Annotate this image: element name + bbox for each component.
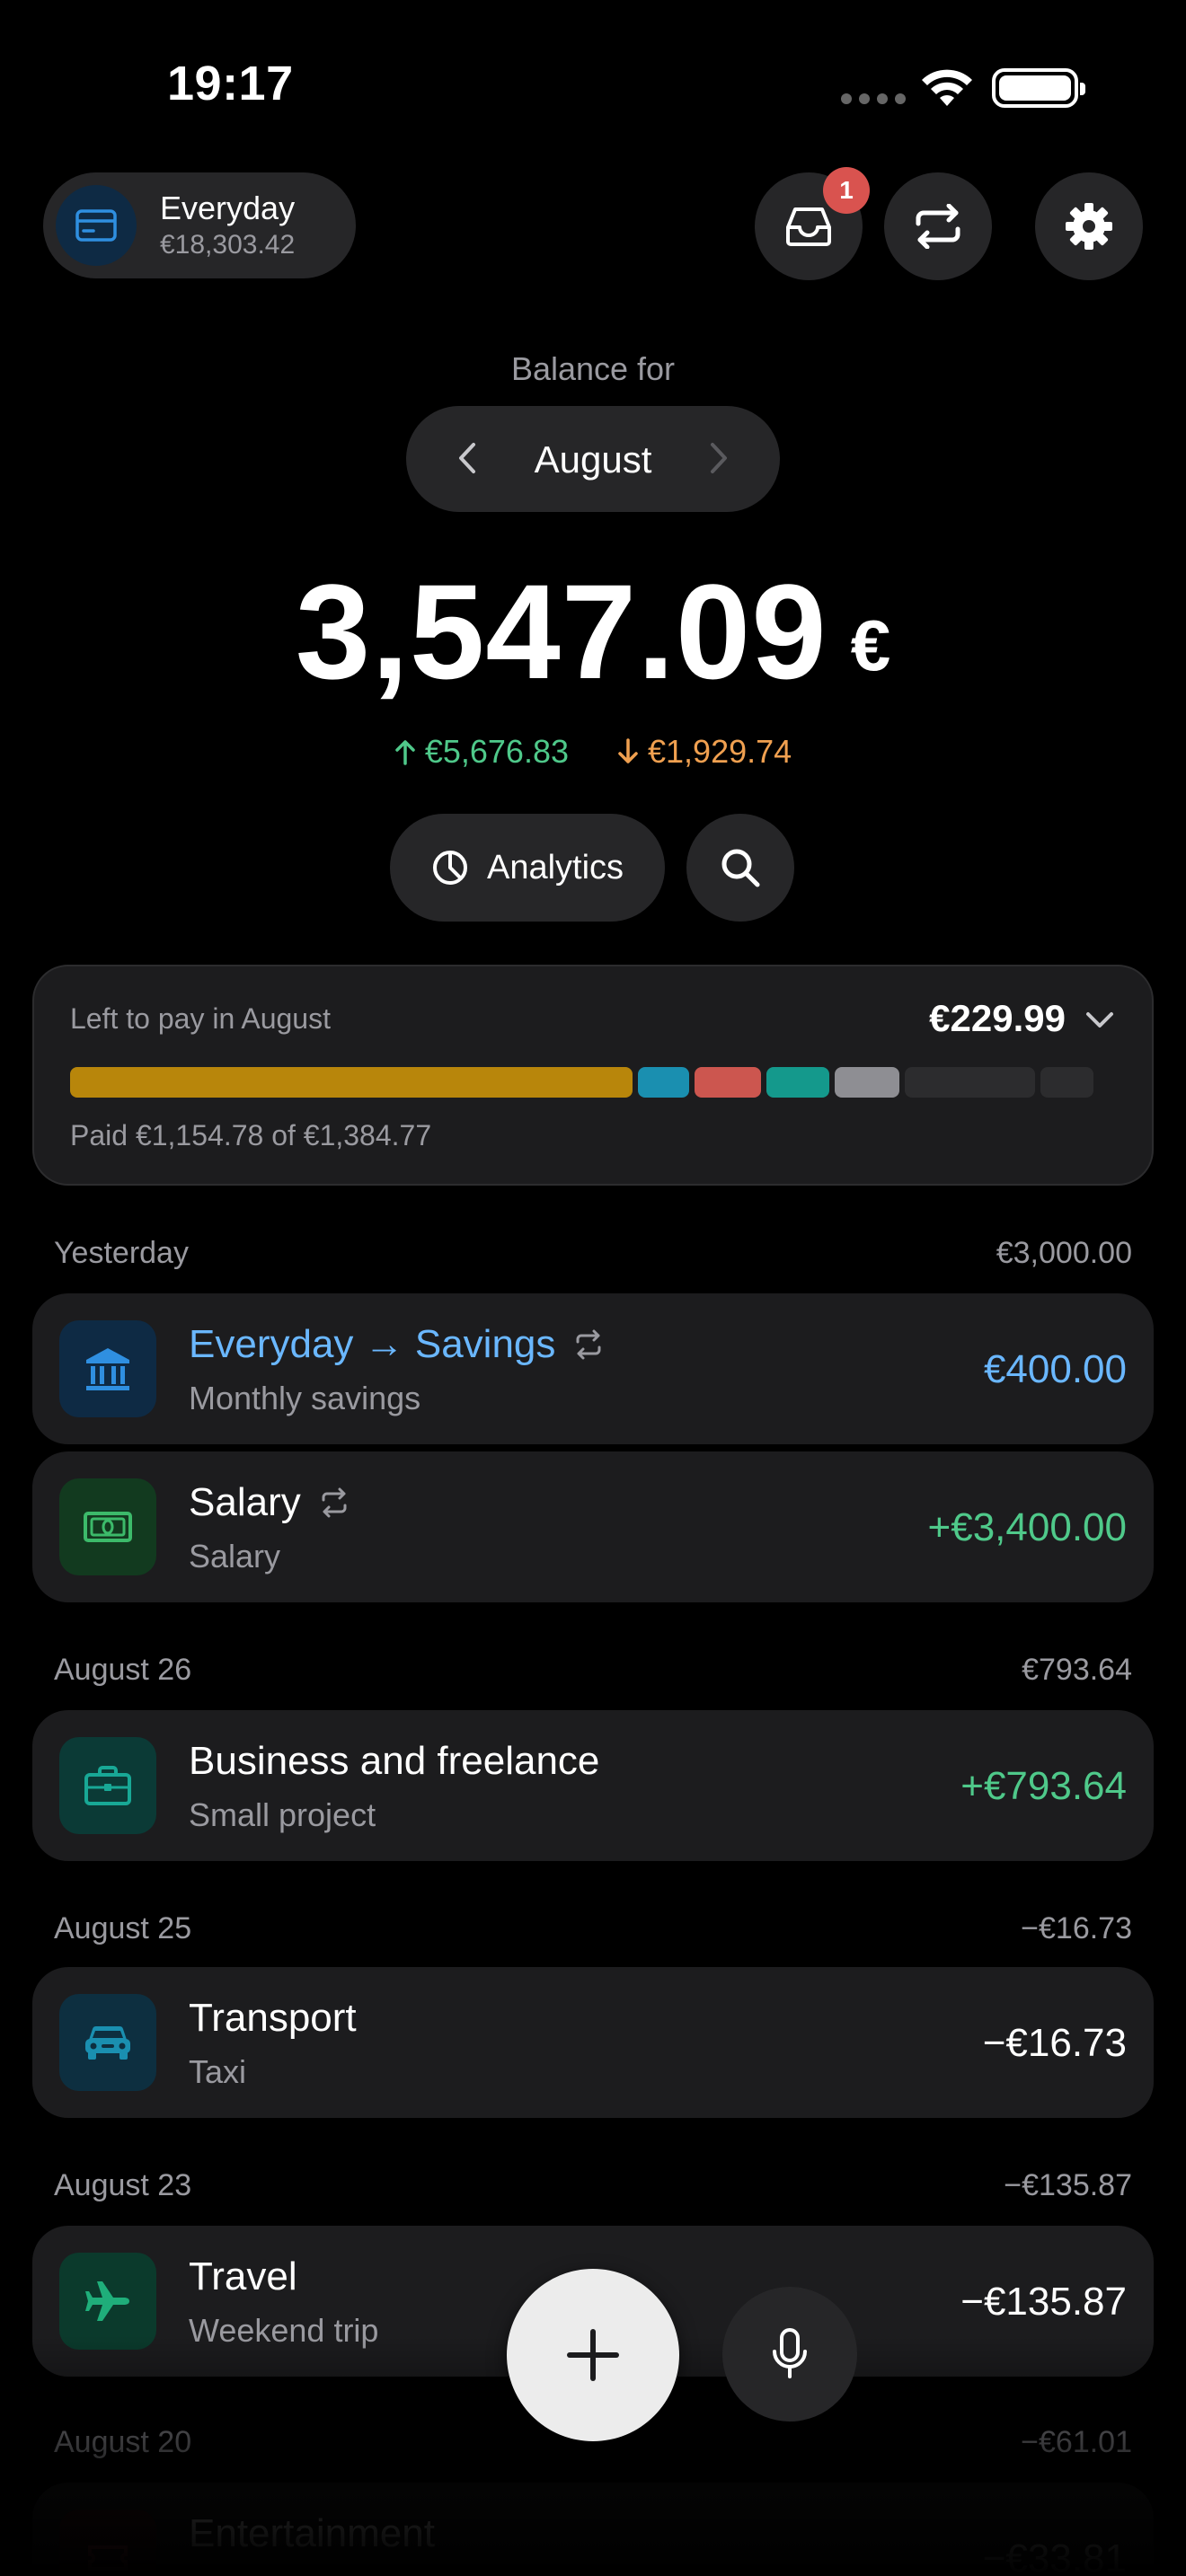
gear-icon <box>1066 203 1112 250</box>
transaction-title-text: Travel <box>189 2254 297 2298</box>
transaction-title-text: Transport <box>189 1996 357 2040</box>
cash-flow-summary: €5,676.83 €1,929.74 <box>0 733 1186 771</box>
transaction-row[interactable]: Salary Salary +€3,400.00 <box>32 1451 1154 1602</box>
transaction-amount: +€793.64 <box>960 1764 1127 1808</box>
transaction-title: Everyday → Savings <box>189 1322 604 1367</box>
plane-icon <box>59 2253 156 2350</box>
paid-summary: Paid €1,154.78 of €1,384.77 <box>70 1119 432 1151</box>
income-summary: €5,676.83 <box>394 733 569 771</box>
arrow-up-icon <box>395 740 415 765</box>
progress-segment <box>694 1067 762 1098</box>
section-date: August 23 <box>54 2168 192 2202</box>
chevron-right-icon <box>711 443 727 473</box>
arrow-down-icon <box>618 738 638 763</box>
left-to-pay-title: Left to pay in August <box>70 1002 331 1035</box>
transaction-title: Entertainment <box>189 2511 435 2556</box>
section-date: August 25 <box>54 1911 192 1945</box>
transfer-arrows-icon <box>916 204 960 249</box>
left-to-pay-card[interactable]: Left to pay in August €229.99 Paid €1,15… <box>32 965 1154 1186</box>
transaction-amount: −€33.81 <box>982 2536 1127 2576</box>
transaction-title-text: Entertainment <box>189 2511 435 2555</box>
transaction-amount: −€16.73 <box>982 2021 1127 2065</box>
transaction-subtitle: Salary <box>189 1538 281 1575</box>
account-name: Everyday <box>160 190 296 226</box>
transfer-button[interactable] <box>884 172 992 280</box>
progress-segment <box>766 1067 830 1098</box>
chevron-down-icon <box>1086 1012 1113 1028</box>
transaction-title: Salary <box>189 1480 350 1525</box>
inbox-icon <box>786 207 831 246</box>
status-time: 19:17 <box>167 57 294 110</box>
transaction-title-text: Business and freelance <box>189 1739 600 1783</box>
transaction-subtitle: Small project <box>189 1796 376 1833</box>
car-icon <box>59 1994 156 2091</box>
bank-icon <box>59 1320 156 1417</box>
repeat-icon <box>322 1487 347 1518</box>
microphone-icon <box>773 2328 807 2378</box>
transaction-amount: €400.00 <box>983 1347 1127 1391</box>
add-transaction-button[interactable] <box>507 2269 679 2441</box>
battery-icon <box>992 68 1085 108</box>
section-total: −€135.87 <box>1004 2168 1132 2202</box>
section-total: €3,000.00 <box>996 1236 1132 1270</box>
voice-input-button[interactable] <box>722 2287 857 2422</box>
wifi-icon <box>922 69 972 106</box>
analytics-button[interactable]: Analytics <box>390 814 665 922</box>
month-selector: August <box>406 406 780 512</box>
transaction-title: Transport <box>189 1996 357 2041</box>
card-icon <box>56 185 137 266</box>
transaction-title-text: Everyday → Savings <box>189 1322 556 1366</box>
cellular-signal-icon <box>841 93 906 104</box>
section-date: August 26 <box>54 1653 192 1687</box>
next-month-button[interactable] <box>694 433 744 483</box>
plus-icon <box>567 2329 619 2381</box>
left-to-pay-amount: €229.99 <box>929 997 1066 1039</box>
settings-button[interactable] <box>1035 172 1143 280</box>
transaction-title-text: Salary <box>189 1480 301 1524</box>
pie-chart-icon <box>432 851 467 885</box>
search-icon <box>721 849 760 887</box>
repeat-icon <box>576 1329 601 1360</box>
transaction-amount: +€3,400.00 <box>927 1505 1127 1549</box>
balance-display: 3,547.09 € <box>0 555 1186 708</box>
progress-segment <box>1040 1067 1093 1098</box>
balance-label: Balance for <box>510 350 676 387</box>
section-date: August 20 <box>54 2425 192 2459</box>
search-button[interactable] <box>686 814 794 922</box>
status-bar: 19:17 <box>0 0 1186 171</box>
transaction-row[interactable]: Entertainment −€33.81 <box>32 2483 1154 2576</box>
income-amount: €5,676.83 <box>424 733 569 770</box>
section-date: Yesterday <box>54 1236 189 1270</box>
transaction-row[interactable]: Everyday → Savings Monthly savings €400.… <box>32 1293 1154 1444</box>
transaction-row[interactable]: Transport Taxi −€16.73 <box>32 1967 1154 2118</box>
transaction-row[interactable]: Business and freelance Small project +€7… <box>32 1710 1154 1861</box>
account-balance: €18,303.42 <box>160 230 296 260</box>
analytics-label: Analytics <box>486 848 624 887</box>
payment-progress-bar <box>70 1067 1120 1098</box>
transaction-subtitle: Monthly savings <box>189 1380 421 1416</box>
balance-currency: € <box>850 605 891 685</box>
transaction-subtitle: Weekend trip <box>189 2312 379 2349</box>
balance-amount: 3,547.09 <box>295 556 828 707</box>
progress-segment <box>904 1067 1035 1098</box>
expense-summary: €1,929.74 <box>617 733 792 771</box>
briefcase-icon <box>59 1737 156 1834</box>
section-total: €793.64 <box>1022 1653 1132 1687</box>
transaction-title: Travel <box>189 2254 297 2299</box>
transaction-title: Business and freelance <box>189 1739 599 1784</box>
progress-segment <box>835 1067 899 1098</box>
transaction-amount: −€135.87 <box>960 2280 1127 2324</box>
account-selector[interactable]: Everyday €18,303.42 <box>43 172 356 278</box>
transaction-subtitle: Taxi <box>189 2053 247 2090</box>
section-total: −€61.01 <box>1021 2425 1132 2459</box>
progress-segment <box>70 1067 633 1098</box>
ticket-icon <box>59 2510 156 2576</box>
cash-icon <box>59 1478 156 1575</box>
progress-segment <box>637 1067 689 1098</box>
inbox-badge: 1 <box>823 167 870 214</box>
expense-amount: €1,929.74 <box>648 733 792 770</box>
section-total: −€16.73 <box>1021 1911 1132 1945</box>
